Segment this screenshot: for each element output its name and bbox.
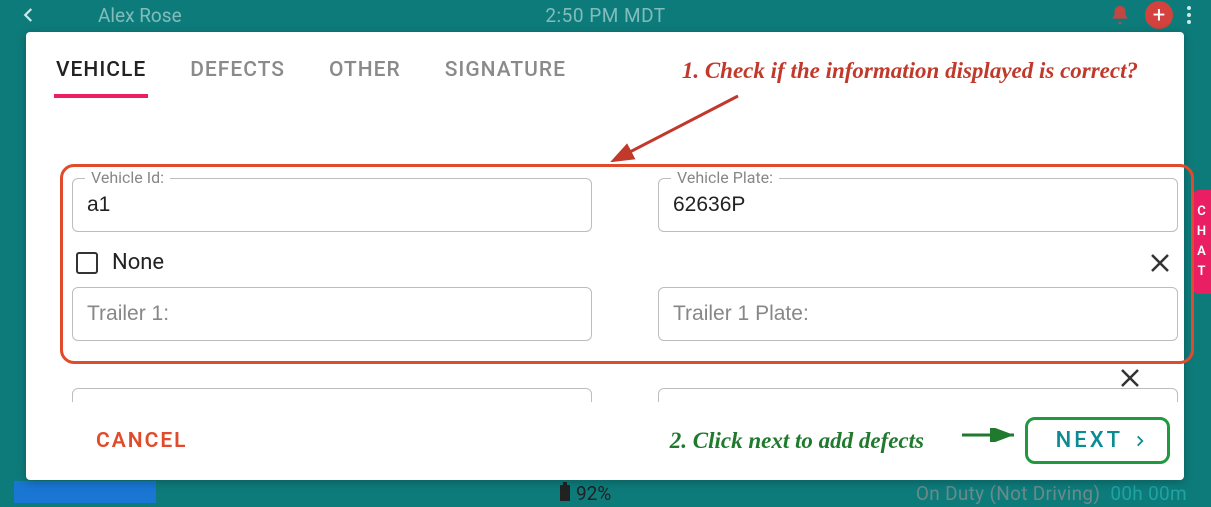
close-icon — [1118, 366, 1142, 390]
tab-signature[interactable]: SIGNATURE — [443, 58, 568, 98]
none-checkbox[interactable] — [76, 252, 98, 274]
battery-percent: 92% — [576, 482, 611, 505]
status-bar: 92% On Duty (Not Driving) 00h 00m — [0, 479, 1211, 507]
tab-vehicle[interactable]: VEHICLE — [54, 58, 148, 98]
next-button-label: NEXT — [1056, 428, 1123, 453]
vehicle-plate-field[interactable]: Vehicle Plate: — [658, 178, 1178, 232]
kebab-menu-icon[interactable] — [1187, 6, 1191, 24]
vehicle-id-label: Vehicle Id: — [85, 168, 170, 187]
trailer-2-row — [72, 388, 1182, 402]
user-name: Alex Rose — [98, 4, 182, 27]
trailer-1-input[interactable] — [87, 302, 577, 326]
vehicle-id-input[interactable] — [87, 193, 577, 217]
chat-side-tab[interactable]: C H A T — [1193, 190, 1211, 294]
modal-footer: CANCEL 2. Click next to add defects — [54, 418, 1156, 464]
annotation-arrow-1-icon — [606, 90, 746, 162]
next-button[interactable]: NEXT — [1025, 417, 1170, 464]
tab-other[interactable]: OTHER — [327, 58, 403, 98]
trailer-2-field[interactable] — [72, 388, 592, 402]
battery-icon — [560, 485, 570, 501]
remove-trailer-1-button[interactable] — [1148, 251, 1172, 275]
vehicle-plate-input[interactable] — [673, 193, 1163, 217]
trailer-1-plate-field[interactable] — [658, 287, 1178, 341]
bell-icon[interactable] — [1109, 4, 1131, 26]
trailer-2-plate-field[interactable] — [658, 388, 1178, 402]
trailer-none-row: None — [72, 250, 592, 275]
cancel-button[interactable]: CANCEL — [96, 429, 188, 453]
app-header: Alex Rose 2:50 PM MDT + — [0, 0, 1211, 30]
header-time: 2:50 PM MDT — [545, 4, 665, 27]
back-arrow-icon[interactable] — [20, 6, 38, 24]
battery-indicator: 92% — [560, 482, 611, 505]
tab-defects[interactable]: DEFECTS — [188, 58, 287, 98]
annotation-step2: 2. Click next to add defects — [670, 428, 924, 454]
none-label: None — [112, 250, 164, 275]
add-button[interactable]: + — [1145, 1, 1173, 29]
inspection-modal: VEHICLE DEFECTS OTHER SIGNATURE 1. Check… — [26, 32, 1184, 480]
bottom-action-button[interactable] — [14, 481, 156, 503]
vehicle-id-field[interactable]: Vehicle Id: — [72, 178, 592, 232]
chevron-right-icon — [1133, 434, 1147, 448]
trailer-1-plate-input[interactable] — [673, 302, 1163, 326]
annotation-step1: 1. Check if the information displayed is… — [682, 58, 1138, 84]
vehicle-plate-label: Vehicle Plate: — [671, 168, 779, 187]
duty-status: On Duty (Not Driving) 00h 00m — [916, 482, 1187, 505]
trailer-1-field[interactable] — [72, 287, 592, 341]
close-icon — [1148, 251, 1172, 275]
vehicle-form: Vehicle Id: Vehicle Plate: None — [72, 178, 1182, 341]
